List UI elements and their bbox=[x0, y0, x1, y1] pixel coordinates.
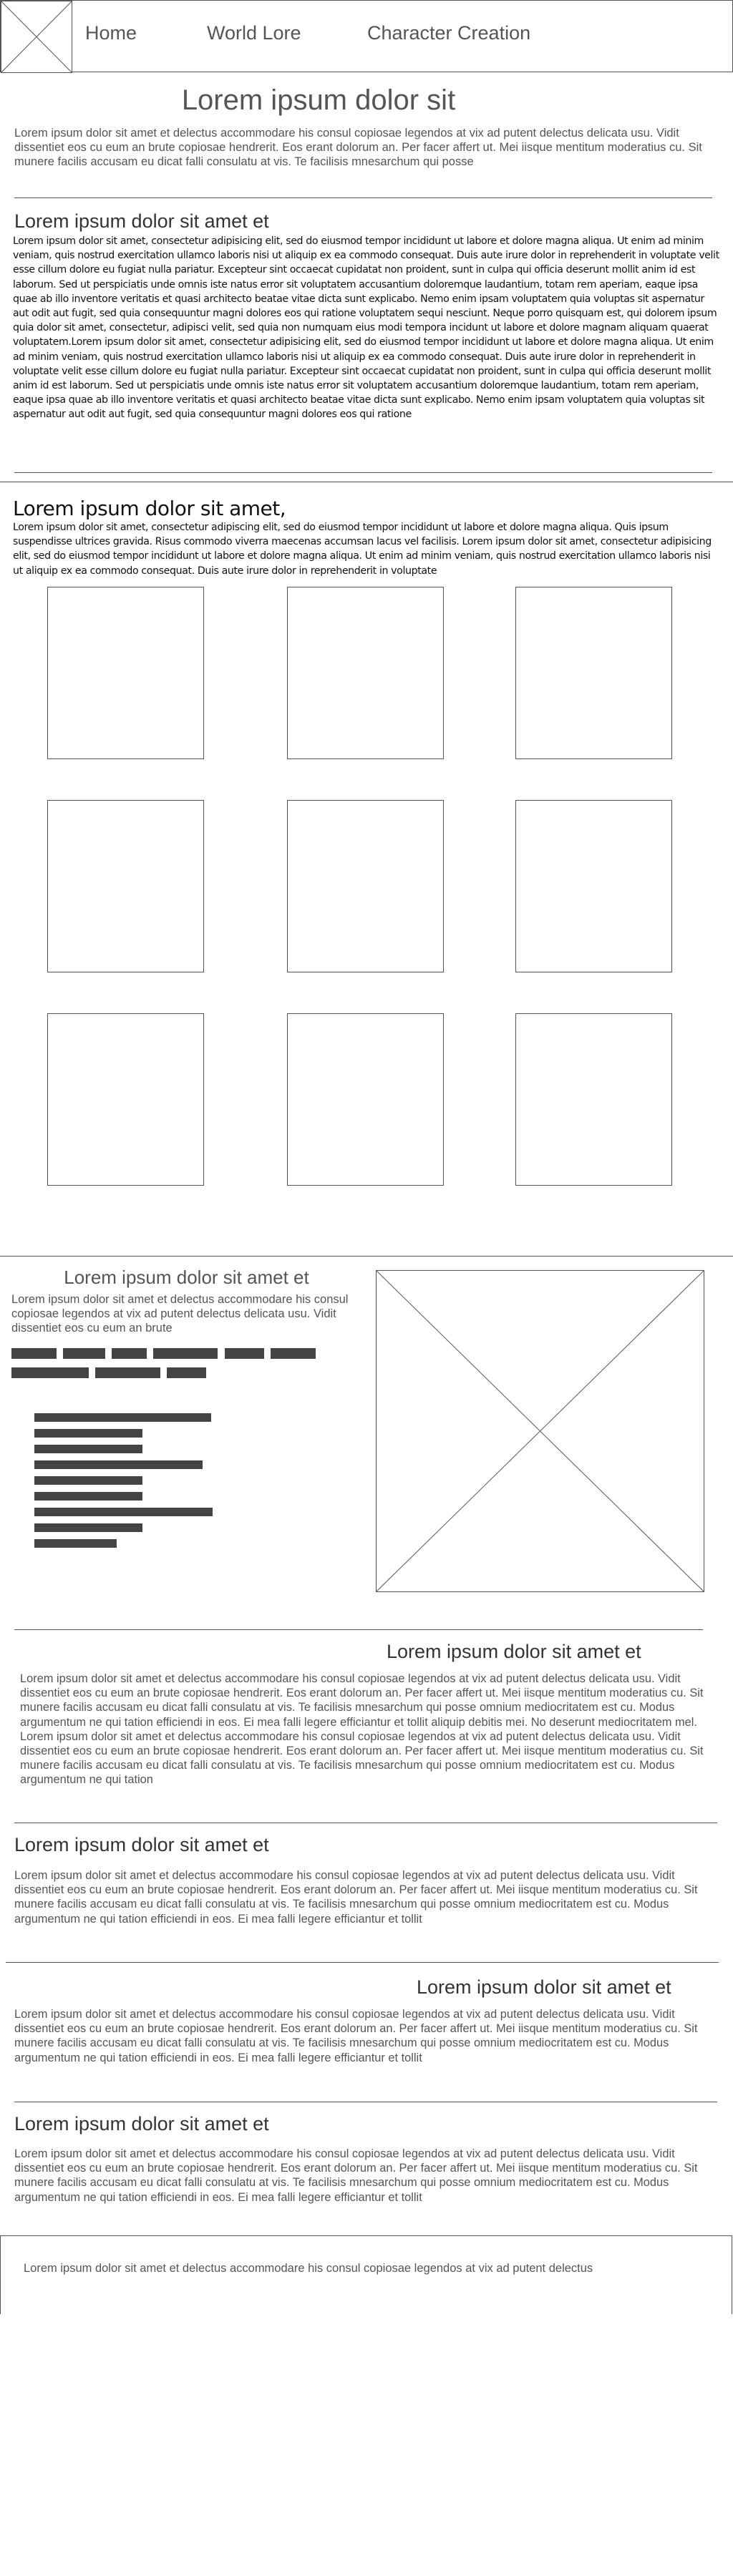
nav-home[interactable]: Home bbox=[85, 22, 137, 44]
list-item[interactable] bbox=[34, 1413, 211, 1422]
gallery-card[interactable] bbox=[47, 1013, 204, 1186]
tag[interactable] bbox=[95, 1367, 160, 1378]
nav-world-lore[interactable]: World Lore bbox=[207, 22, 301, 44]
divider bbox=[14, 197, 712, 198]
tag[interactable] bbox=[11, 1348, 57, 1359]
gallery-card[interactable] bbox=[515, 1013, 672, 1186]
list-item[interactable] bbox=[34, 1508, 213, 1516]
divider bbox=[6, 1962, 719, 1963]
footer: Lorem ipsum dolor sit amet et delectus a… bbox=[0, 2235, 732, 2314]
divider bbox=[14, 1629, 703, 1630]
section-title: Lorem ipsum dolor sit amet et bbox=[14, 210, 269, 232]
gallery-card[interactable] bbox=[47, 800, 204, 972]
section-body: Lorem ipsum dolor sit amet et delectus a… bbox=[20, 1672, 704, 1787]
section-separator bbox=[0, 1256, 733, 1257]
nav-character-creation[interactable]: Character Creation bbox=[367, 22, 530, 44]
gallery-card[interactable] bbox=[47, 587, 204, 759]
hero-text: Lorem ipsum dolor sit amet et delectus a… bbox=[14, 127, 702, 168]
gallery-card[interactable] bbox=[515, 587, 672, 759]
tag[interactable] bbox=[63, 1348, 105, 1359]
tag[interactable] bbox=[11, 1367, 89, 1378]
tag[interactable] bbox=[112, 1348, 147, 1359]
list-item[interactable] bbox=[34, 1460, 203, 1469]
feature-text: Lorem ipsum dolor sit amet et delectus a… bbox=[11, 1293, 349, 1335]
tag[interactable] bbox=[271, 1348, 316, 1359]
list-item[interactable] bbox=[34, 1523, 142, 1532]
logo-placeholder-icon[interactable] bbox=[1, 1, 72, 73]
section-body: Lorem ipsum dolor sit amet et delectus a… bbox=[14, 1869, 698, 1926]
tag[interactable] bbox=[167, 1367, 206, 1378]
list-item[interactable] bbox=[34, 1429, 142, 1438]
section-title: Lorem ipsum dolor sit amet et bbox=[14, 1834, 269, 1855]
section-title: Lorem ipsum dolor sit amet et bbox=[417, 1976, 671, 1998]
section-body: Lorem ipsum dolor sit amet et delectus a… bbox=[14, 2147, 698, 2204]
tag[interactable] bbox=[225, 1348, 264, 1359]
list-item[interactable] bbox=[34, 1492, 142, 1501]
section-title: Lorem ipsum dolor sit amet et bbox=[387, 1641, 641, 1662]
image-placeholder-icon bbox=[376, 1270, 704, 1592]
section-body: Lorem ipsum dolor sit amet, consectetur … bbox=[13, 235, 719, 421]
list-item[interactable] bbox=[34, 1445, 142, 1453]
section-title: Lorem ipsum dolor sit amet, bbox=[13, 497, 286, 520]
gallery-card[interactable] bbox=[287, 1013, 444, 1186]
gallery-card[interactable] bbox=[287, 800, 444, 972]
divider bbox=[14, 472, 712, 473]
section-body: Lorem ipsum dolor sit amet, consectetur … bbox=[13, 522, 712, 577]
gallery-card[interactable] bbox=[515, 800, 672, 972]
tag[interactable] bbox=[153, 1348, 218, 1359]
gallery-card[interactable] bbox=[287, 587, 444, 759]
footer-text: Lorem ipsum dolor sit amet et delectus a… bbox=[24, 2262, 593, 2275]
section-body: Lorem ipsum dolor sit amet et delectus a… bbox=[14, 2008, 698, 2064]
list-item[interactable] bbox=[34, 1476, 142, 1485]
page-title: Lorem ipsum dolor sit bbox=[181, 84, 456, 116]
list-item[interactable] bbox=[34, 1539, 117, 1548]
header-bar: Home World Lore Character Creation bbox=[0, 0, 733, 73]
section-title: Lorem ipsum dolor sit amet et bbox=[14, 2113, 269, 2135]
section-title: Lorem ipsum dolor sit amet et bbox=[64, 1267, 309, 1288]
